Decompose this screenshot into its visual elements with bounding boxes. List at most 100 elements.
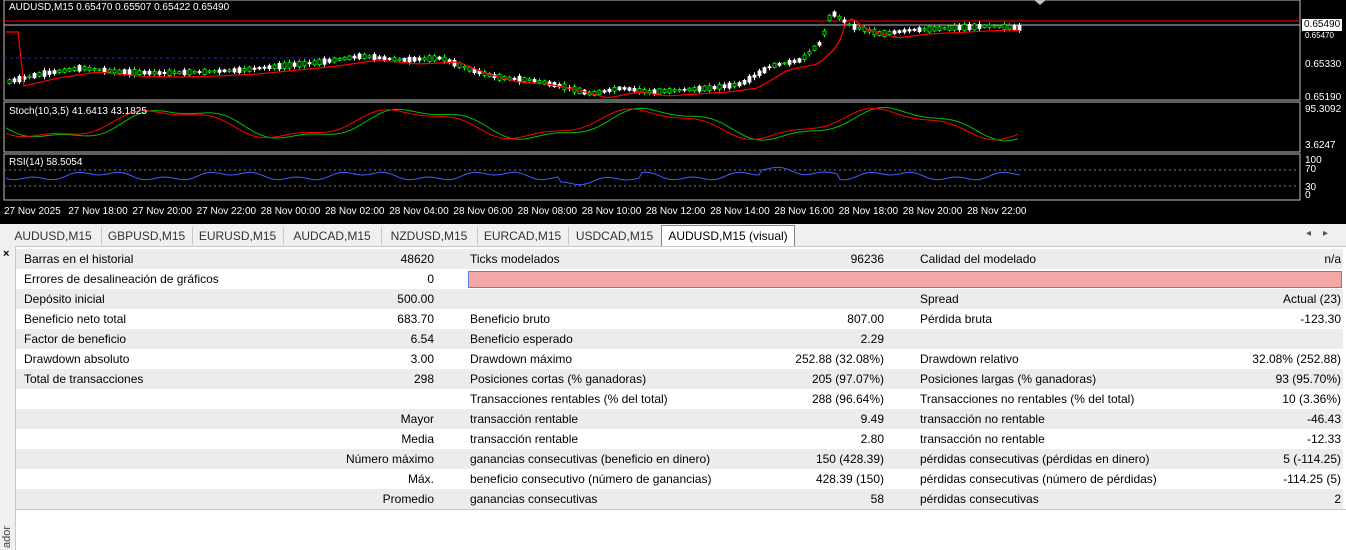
report-cell-c3l: Pérdida bruta <box>920 312 993 326</box>
report-cell-c2l: Transacciones rentables (% del total) <box>470 392 668 406</box>
candle-body <box>787 60 792 65</box>
candle-body <box>987 24 992 28</box>
report-cell-c1l: Depósito inicial <box>24 292 105 306</box>
report-cell-c1v: Número máximo <box>345 452 434 466</box>
tab-3[interactable]: EURUSD,M15 <box>192 227 284 245</box>
candle-body <box>717 84 722 90</box>
candle-body <box>197 71 202 74</box>
candle-body <box>927 25 932 33</box>
rsi-tick-0: 0 <box>1305 190 1311 201</box>
candle-body <box>622 87 627 90</box>
candle-body <box>847 23 852 26</box>
candle-body <box>797 58 802 63</box>
price-chart[interactable]: AUDUSD,M15 0.65470 0.65507 0.65422 0.654… <box>0 0 1346 224</box>
report-cell-c3v: -12.33 <box>1306 432 1341 446</box>
candle-body <box>222 69 227 73</box>
report-cell-c1v: Promedio <box>382 492 434 506</box>
candle-body <box>687 87 692 92</box>
report-cell-c1l: Drawdown absoluto <box>24 352 130 366</box>
report-row: Factor de beneficio 6.54 Beneficio esperad… <box>16 329 1343 349</box>
candle-body <box>697 85 702 92</box>
candle-body <box>727 82 732 89</box>
tab-5[interactable]: NZDUSD,M15 <box>381 227 478 245</box>
report-cell-c2v: 2.29 <box>860 332 884 346</box>
candle-body <box>532 79 537 83</box>
price-tick-1: 0.65330 <box>1305 59 1342 70</box>
report-row: Promedio ganancias consecutivas 58 pérdidas… <box>16 489 1343 509</box>
candle-body <box>537 80 542 84</box>
candle-body <box>632 88 637 92</box>
report-cell-c3v: 93 (95.70%) <box>1275 372 1341 386</box>
time-tick: 27 Nov 20:00 <box>132 206 192 217</box>
candle-body <box>357 53 362 60</box>
close-icon[interactable]: × <box>3 248 9 260</box>
report-cell-c1v: 500.00 <box>397 292 434 306</box>
time-tick: 28 Nov 02:00 <box>325 206 385 217</box>
candle-body <box>97 68 102 71</box>
candle-body <box>102 67 107 73</box>
candle-body <box>617 86 622 91</box>
mismatch-error-bar <box>468 271 1342 288</box>
candle-body <box>992 25 997 28</box>
tab-1[interactable]: AUDUSD,M15 <box>5 227 102 245</box>
candle-body <box>947 25 952 31</box>
report-cell-c1v: Máx. <box>407 472 434 486</box>
tab-4[interactable]: AUDCAD,M15 <box>283 227 382 245</box>
candle-body <box>827 14 832 22</box>
report-cell-c1l: Total de transacciones <box>24 372 144 386</box>
report-cell-c3v: -46.43 <box>1306 412 1341 426</box>
report-row: Barras en el historial 48620 Ticks modelad… <box>16 249 1343 269</box>
tab-6[interactable]: EURCAD,M15 <box>477 227 569 245</box>
candle-body <box>172 71 177 74</box>
report-cell-c3v: 5 (-114.25) <box>1283 452 1341 466</box>
candle-body <box>792 59 797 63</box>
candle-body <box>837 15 842 20</box>
candle-body <box>967 24 972 31</box>
scroll-left-icon[interactable]: ◂ <box>1306 228 1323 239</box>
report-cell-c2l: beneficio consecutivo (número de gananci… <box>470 472 712 486</box>
candle-body <box>902 29 907 33</box>
report-row: Drawdown absoluto 3.00 Drawdown máximo 252.… <box>16 349 1343 369</box>
scroll-right-icon[interactable]: ▸ <box>1323 228 1340 239</box>
candle-body <box>137 69 142 75</box>
report-cell-c1v: Media <box>401 432 434 446</box>
candle-body <box>317 59 322 66</box>
candle-body <box>312 60 317 66</box>
price-tick-partial: 0.65470 <box>1305 31 1334 40</box>
tab-8[interactable]: AUDUSD,M15 (visual) <box>661 225 795 246</box>
tab-2[interactable]: GBPUSD,M15 <box>101 227 193 245</box>
report-cell-c2v: 807.00 <box>847 312 884 326</box>
report-bottom-border <box>16 509 1346 510</box>
candle-body <box>297 61 302 68</box>
report-cell-c3v: -123.30 <box>1300 312 1341 326</box>
candle-body <box>662 89 667 94</box>
candle-body <box>907 29 912 32</box>
report-row: Errores de desalineación de gráficos 0 <box>16 269 1343 289</box>
candle-body <box>522 77 527 82</box>
time-tick: 28 Nov 06:00 <box>453 206 513 217</box>
candle-body <box>802 54 807 60</box>
tab-7[interactable]: USDCAD,M15 <box>568 227 662 245</box>
report-cell-c3l: Transacciones no rentables (% del total) <box>920 392 1135 406</box>
candle-body <box>782 62 787 65</box>
rsi-tick-70: 70 <box>1305 164 1317 175</box>
candle-body <box>462 65 467 69</box>
report-cell-c1v: 48620 <box>400 252 434 266</box>
candle-body <box>382 56 387 61</box>
candle-body <box>57 69 62 73</box>
candle-body <box>917 27 922 32</box>
candle-body <box>72 67 77 71</box>
candle-body <box>422 57 427 61</box>
candle-body <box>737 82 742 87</box>
report-cell-c1l: Barras en el historial <box>24 252 134 266</box>
report-row: Depósito inicial 500.00 Spread Actual (23) <box>16 289 1343 309</box>
candle-body <box>352 55 357 59</box>
candle-body <box>937 26 942 31</box>
tab-scroll-arrows[interactable]: ◂▸ <box>1306 228 1340 239</box>
report-cell-c2l: ganancias consecutivas <box>470 492 598 506</box>
candle-body <box>952 25 957 31</box>
candle-body <box>682 88 687 91</box>
candle-body <box>272 64 277 69</box>
candle-body <box>402 57 407 62</box>
price-tick-2: 0.65190 <box>1305 92 1342 103</box>
